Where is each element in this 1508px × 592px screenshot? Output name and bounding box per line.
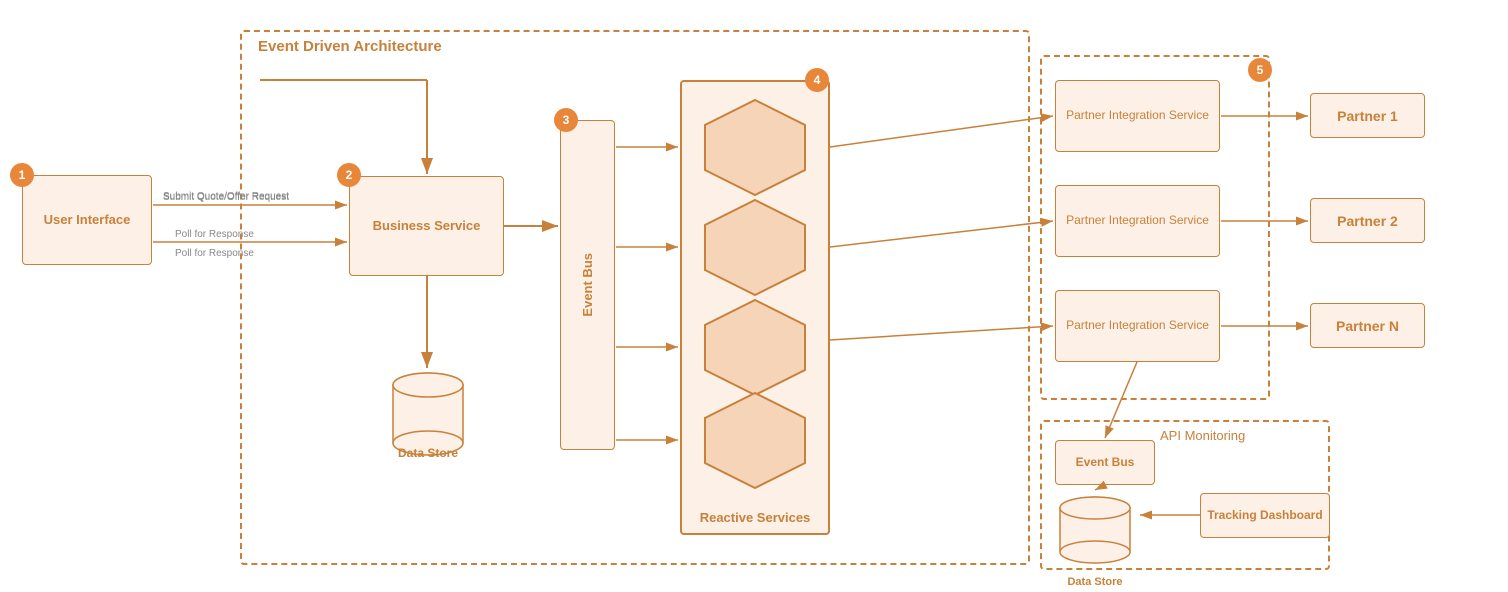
data-store-bottom-box: Data Store [1055, 490, 1135, 570]
hex-4 [695, 388, 815, 498]
hex-1 [695, 95, 815, 205]
hex-2 [695, 195, 815, 305]
user-interface-box: User Interface [22, 175, 152, 265]
api-monitoring-label: API Monitoring [1160, 428, 1245, 443]
event-bus-box: Event Bus [560, 120, 615, 450]
badge-3: 3 [554, 108, 578, 132]
partner-1-box: Partner 1 [1310, 93, 1425, 138]
badge-2: 2 [337, 163, 361, 187]
partner-n-box: Partner N [1310, 303, 1425, 348]
partner-integration-3-box: Partner Integration Service [1055, 290, 1220, 362]
poll-label: Poll for Response [175, 248, 254, 259]
badge-1: 1 [10, 163, 34, 187]
business-service-box: Business Service [349, 176, 504, 276]
badge-4: 4 [805, 68, 829, 92]
badge-5: 5 [1248, 58, 1272, 82]
partner-2-box: Partner 2 [1310, 198, 1425, 243]
tracking-dashboard-box: Tracking Dashboard [1200, 493, 1330, 538]
event-bus-bottom-box: Event Bus [1055, 440, 1155, 485]
data-store-box: Data Store [388, 370, 468, 460]
partner-integration-2-box: Partner Integration Service [1055, 185, 1220, 257]
submit-label: Submit Quote/Offer Request [163, 192, 289, 203]
event-driven-label: Event Driven Architecture [258, 38, 442, 55]
partner-integration-1-box: Partner Integration Service [1055, 80, 1220, 152]
event-driven-box [240, 30, 1030, 565]
architecture-diagram: Event Driven Architecture API Monitoring… [0, 0, 1508, 592]
